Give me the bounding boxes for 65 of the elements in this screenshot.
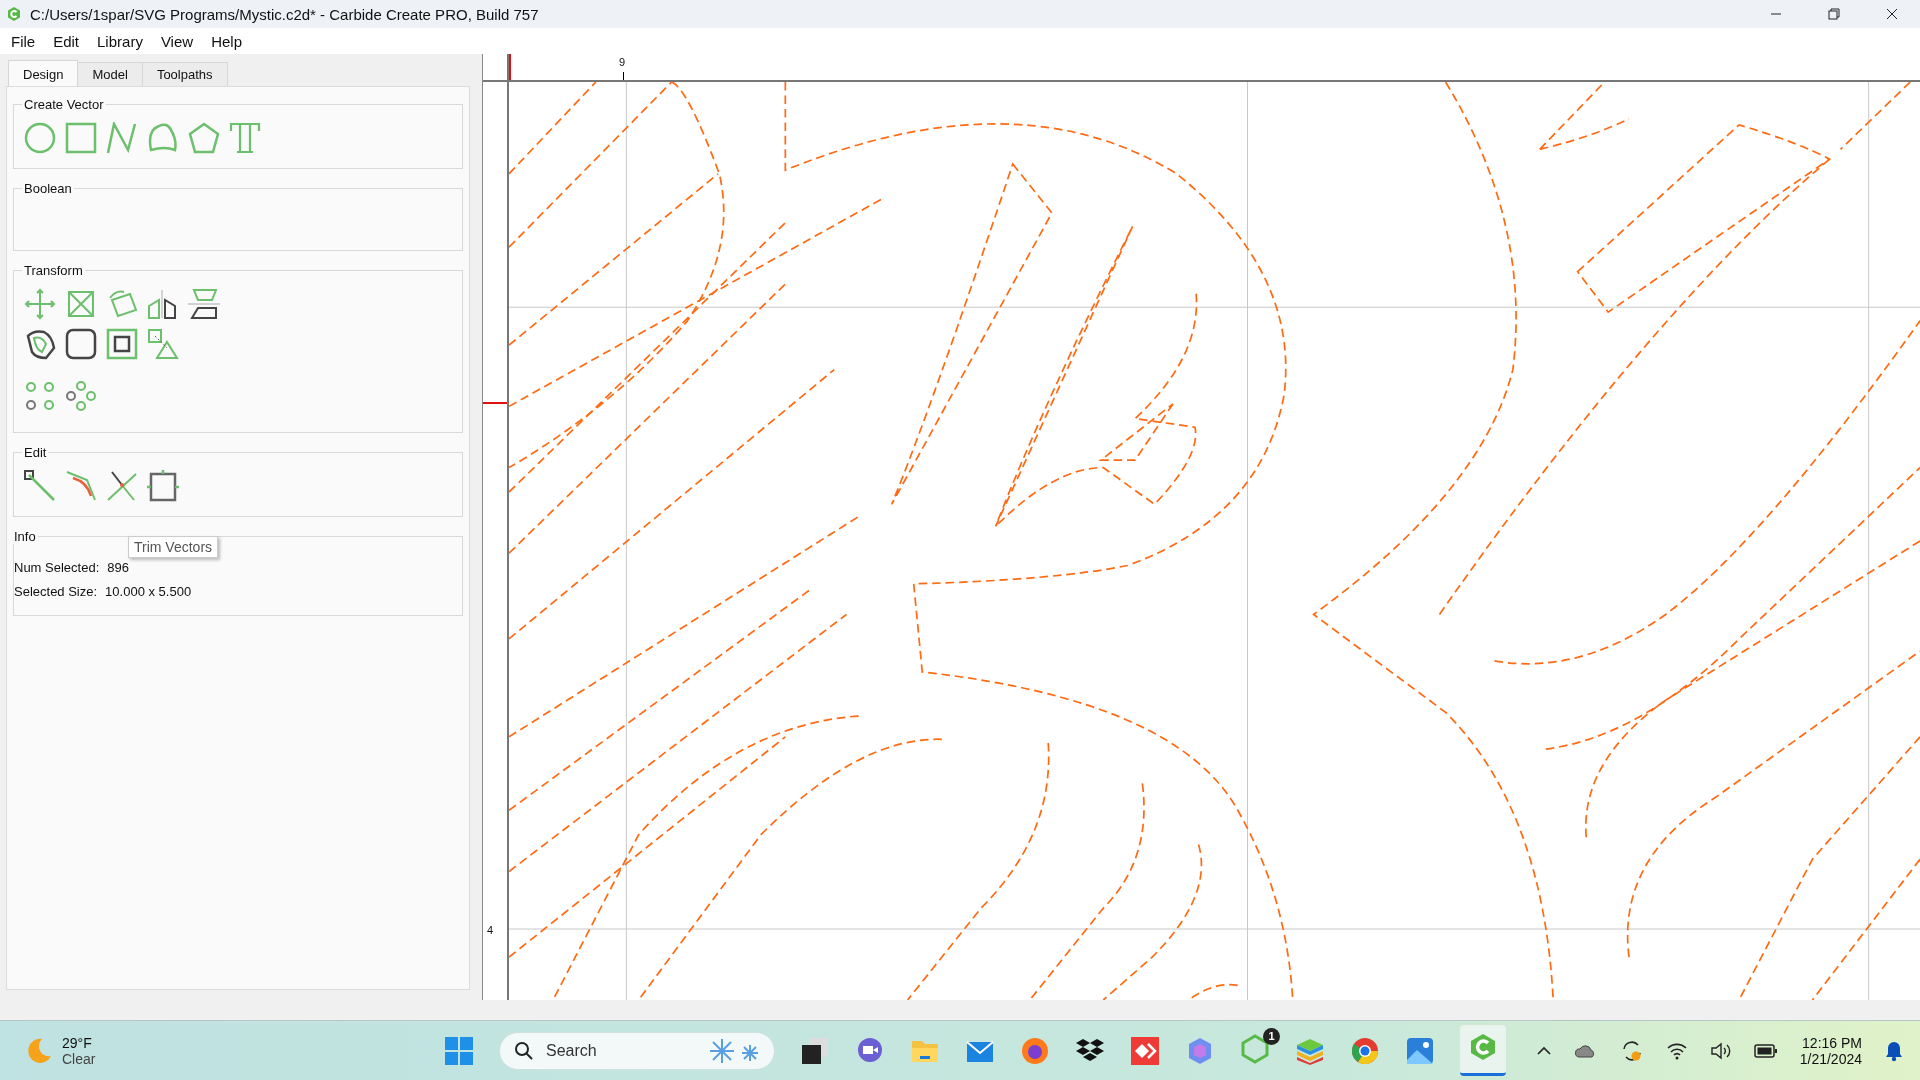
app-logo-icon xyxy=(1468,1032,1498,1062)
ruler-label: 9 xyxy=(619,56,626,68)
active-app-button[interactable] xyxy=(1460,1025,1506,1076)
group-title: Edit xyxy=(23,445,48,460)
search-field[interactable]: Search xyxy=(544,1040,698,1061)
group-title: Create Vector xyxy=(23,97,105,112)
info-value: 10.000 x 5.500 xyxy=(105,584,192,599)
curve-tool-icon[interactable] xyxy=(147,122,179,154)
mirror-icon[interactable] xyxy=(147,288,179,320)
battery-icon[interactable] xyxy=(1753,1042,1778,1059)
rectangle-tool-icon[interactable] xyxy=(65,122,97,154)
node-edit-icon[interactable] xyxy=(24,470,56,502)
clock-date[interactable]: 1/21/2024 xyxy=(1799,1050,1862,1067)
grid-array-icon[interactable] xyxy=(24,380,56,412)
menu-item[interactable]: Library xyxy=(88,32,152,50)
menu-item[interactable]: Edit xyxy=(44,32,89,50)
group-title: Boolean xyxy=(23,181,73,196)
align-center-icon[interactable] xyxy=(106,328,138,360)
text-tool-icon[interactable] xyxy=(229,122,261,154)
tab[interactable]: Model xyxy=(77,62,143,86)
restore-icon[interactable] xyxy=(1828,8,1840,20)
info-label: Selected Size: xyxy=(14,584,98,599)
tab[interactable]: Toolpaths xyxy=(141,62,228,86)
bell-icon[interactable] xyxy=(1884,1039,1904,1062)
task-view-icon[interactable] xyxy=(800,1035,830,1066)
tooltip: Trim Vectors xyxy=(128,536,219,558)
browser-icon[interactable] xyxy=(1020,1035,1050,1066)
move-arrows-icon[interactable] xyxy=(24,288,56,320)
menu-item[interactable]: Help xyxy=(202,32,251,50)
remote-desktop-icon[interactable] xyxy=(1130,1035,1160,1066)
window-title: C:/Users/1spar/SVG Programs/Mystic.c2d* - Carbide Create PRO, Build 757 xyxy=(30,5,539,23)
info-label: Num Selected: xyxy=(14,560,100,575)
globe-browser-icon[interactable] xyxy=(1350,1035,1380,1066)
weather-condition: Clear xyxy=(62,1050,96,1067)
group-title: Info xyxy=(13,529,37,544)
app-hexagon-icon[interactable] xyxy=(1240,1033,1270,1064)
snap-shapes-icon[interactable] xyxy=(147,328,179,360)
offset-icon[interactable] xyxy=(24,328,56,360)
flip-icon[interactable] xyxy=(188,288,220,320)
fillet-icon[interactable] xyxy=(65,470,97,502)
start-grid-icon[interactable] xyxy=(444,1035,474,1066)
menu-item[interactable]: View xyxy=(151,32,203,50)
app-logo-icon xyxy=(6,6,22,22)
notification-badge: 1 xyxy=(1263,1027,1280,1045)
search-icon xyxy=(514,1040,534,1061)
polyline-tool-icon[interactable] xyxy=(106,122,138,154)
ruler-label: 4 xyxy=(487,924,494,936)
tab[interactable]: Design xyxy=(8,60,79,86)
circle-tool-icon[interactable] xyxy=(24,122,56,154)
menu-item[interactable]: File xyxy=(2,32,45,50)
pentagon-tool-icon[interactable] xyxy=(188,122,220,154)
info-value: 896 xyxy=(107,560,129,575)
close-icon[interactable] xyxy=(1886,8,1898,20)
group-title: Transform xyxy=(23,263,84,278)
canvas[interactable]: 9 4 xyxy=(482,54,1920,1000)
rotate-icon[interactable] xyxy=(106,288,138,320)
photo-gallery-icon[interactable] xyxy=(1405,1035,1435,1066)
temperature: 29°F xyxy=(62,1034,93,1051)
trim-icon[interactable] xyxy=(106,470,138,502)
search-bar[interactable]: Search xyxy=(499,1031,775,1070)
rounded-square-icon[interactable] xyxy=(65,328,97,360)
clock-time[interactable]: 12:16 PM xyxy=(1802,1034,1862,1051)
scale-icon[interactable] xyxy=(65,288,97,320)
circular-array-icon[interactable] xyxy=(65,380,97,412)
bounding-box-icon[interactable] xyxy=(147,470,179,502)
